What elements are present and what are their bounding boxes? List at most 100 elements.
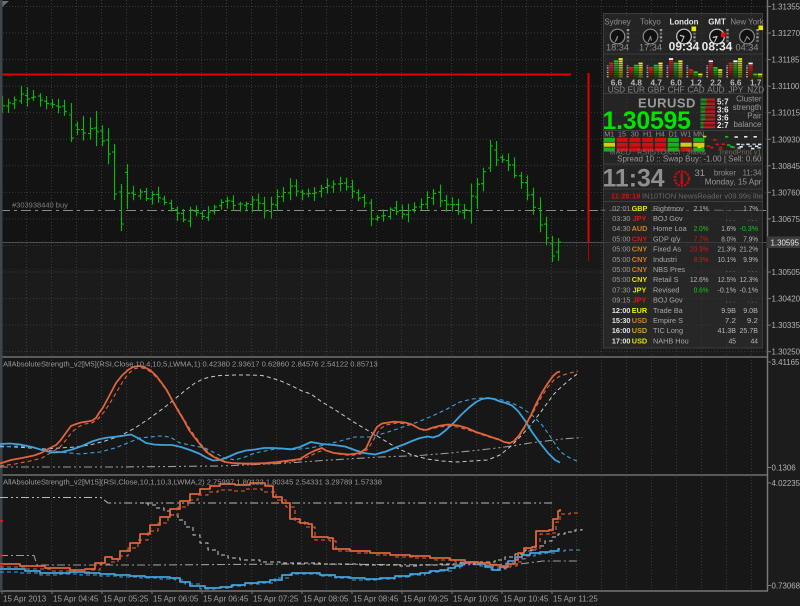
svg-text:15 Apr 04:45: 15 Apr 04:45 [53,595,99,604]
svg-text:Empire S: Empire S [653,316,683,325]
svg-text:9.2: 9.2 [747,316,758,325]
svg-text:W1: W1 [680,129,691,138]
svg-text:9.9%: 9.9% [743,255,758,264]
svg-text:8.9%: 8.9% [694,255,709,264]
svg-text:1.30335: 1.30335 [772,321,800,330]
svg-text:GBP: GBP [648,86,666,95]
svg-text:04:30: 04:30 [612,224,630,233]
svg-text:12.3%: 12.3% [740,275,759,284]
svg-text:Revised: Revised [653,285,679,294]
svg-text:12:00: 12:00 [612,306,631,315]
svg-text:BOJ Gov: BOJ Gov [653,214,683,223]
svg-text:AllAbsoluteStrength_v2[M5](RSI: AllAbsoluteStrength_v2[M5](RSI,Close,10,… [3,360,378,369]
svg-text:11:28:19: 11:28:19 [611,192,640,201]
svg-text:45: 45 [729,336,736,345]
svg-text:0.1306: 0.1306 [772,464,797,473]
svg-text:7.9%: 7.9% [743,234,758,243]
svg-text:9.0B: 9.0B [743,306,758,315]
svg-text:EUR: EUR [628,86,645,95]
svg-text:1.30250: 1.30250 [772,348,800,357]
svg-text:CNY: CNY [632,255,648,264]
svg-text:1.30420: 1.30420 [772,295,800,304]
svg-text:Sydney: Sydney [604,18,630,27]
svg-text:CNY: CNY [632,245,648,254]
svg-text:7.7%: 7.7% [694,234,709,243]
svg-text:8.0%: 8.0% [721,234,736,243]
svg-text:Home Loa: Home Loa [653,224,688,233]
svg-text:GMT: GMT [708,18,726,27]
svg-text:H1: H1 [643,129,652,138]
svg-text:IN10TION NewsReader v09.99s li: IN10TION NewsReader v09.99s lite [642,192,763,201]
svg-text:25.7B: 25.7B [740,326,759,335]
svg-text:1.31185: 1.31185 [772,56,800,65]
svg-text:NAHB Hou: NAHB Hou [653,336,689,345]
svg-text:7.2: 7.2 [725,316,736,325]
svg-text:TIC Long: TIC Long [653,326,683,335]
svg-text:1.30930: 1.30930 [772,135,800,144]
svg-text:12.5%: 12.5% [718,275,737,284]
svg-text:05:00: 05:00 [612,255,630,264]
svg-text:1.30845: 1.30845 [772,162,800,171]
svg-text:21.3%: 21.3% [718,245,737,254]
svg-text:05:00: 05:00 [612,275,630,284]
svg-text:BOJ Gov: BOJ Gov [653,296,683,305]
svg-text:16:00: 16:00 [612,326,631,335]
svg-text:11:34: 11:34 [743,169,763,178]
svg-text:1.31100: 1.31100 [772,82,800,91]
svg-text:07:30: 07:30 [612,285,630,294]
svg-text:NBS Pres: NBS Pres [653,265,685,274]
svg-text:20.9%: 20.9% [690,245,709,254]
svg-text:1.30505: 1.30505 [772,268,800,277]
svg-text:21.2%: 21.2% [740,245,759,254]
svg-text:1.30595: 1.30595 [771,238,800,247]
svg-text:...: ... [725,214,736,223]
svg-text:CHF: CHF [668,86,685,95]
svg-text:41.3B: 41.3B [718,326,737,335]
svg-text:D1: D1 [668,129,677,138]
svg-text:...: ... [747,265,758,274]
svg-text:15 Apr 06:05: 15 Apr 06:05 [153,595,199,604]
svg-text:USD: USD [632,316,647,325]
svg-text:0.6%: 0.6% [694,285,709,294]
svg-text:...: ... [725,204,736,213]
svg-text:08:34: 08:34 [702,40,733,54]
svg-text:1.31015: 1.31015 [772,109,800,118]
svg-text:CNY: CNY [632,275,648,284]
svg-text:London: London [670,18,699,27]
svg-text:Rightmov: Rightmov [653,204,684,213]
svg-text:-0.3%: -0.3% [740,224,759,233]
svg-text:JPY: JPY [633,214,647,223]
svg-text:...: ... [725,296,736,305]
svg-text:EUR: EUR [632,306,648,315]
svg-text:10.1%: 10.1% [718,255,737,264]
svg-text:New York: New York [730,18,763,27]
svg-text:15 Apr 07:25: 15 Apr 07:25 [253,595,299,604]
svg-text:09:15: 09:15 [612,296,630,305]
svg-text:15 Apr 05:25: 15 Apr 05:25 [103,595,149,604]
svg-text:17:00: 17:00 [612,336,631,345]
svg-text:...: ... [725,265,736,274]
svg-text:M1: M1 [604,129,614,138]
svg-text:USD: USD [632,336,647,345]
svg-text:15: 15 [618,129,626,138]
svg-text:05:00: 05:00 [612,265,630,274]
svg-text:...: ... [747,296,758,305]
svg-text:AUD: AUD [632,224,648,233]
svg-text:AUD: AUD [707,86,724,95]
svg-text:1.30760: 1.30760 [772,188,800,197]
svg-text:17:34: 17:34 [639,43,662,53]
svg-text:30: 30 [631,129,639,138]
svg-text:2.1%: 2.1% [694,204,709,213]
svg-text:-0.1%: -0.1% [718,285,737,294]
svg-text:03:30: 03:30 [612,214,630,223]
svg-text:H4: H4 [656,129,665,138]
svg-text:4.02235: 4.02235 [772,479,800,488]
svg-text:04:34: 04:34 [736,43,759,53]
svg-text:1.31270: 1.31270 [772,29,800,38]
svg-text:15 Apr 2013: 15 Apr 2013 [3,595,47,604]
svg-text:Fixed As: Fixed As [653,245,681,254]
svg-text:11:34: 11:34 [603,166,665,193]
svg-text:15 Apr 11:25: 15 Apr 11:25 [553,595,598,604]
svg-text:CNY: CNY [632,234,648,243]
svg-text:Tokyo: Tokyo [640,18,661,27]
